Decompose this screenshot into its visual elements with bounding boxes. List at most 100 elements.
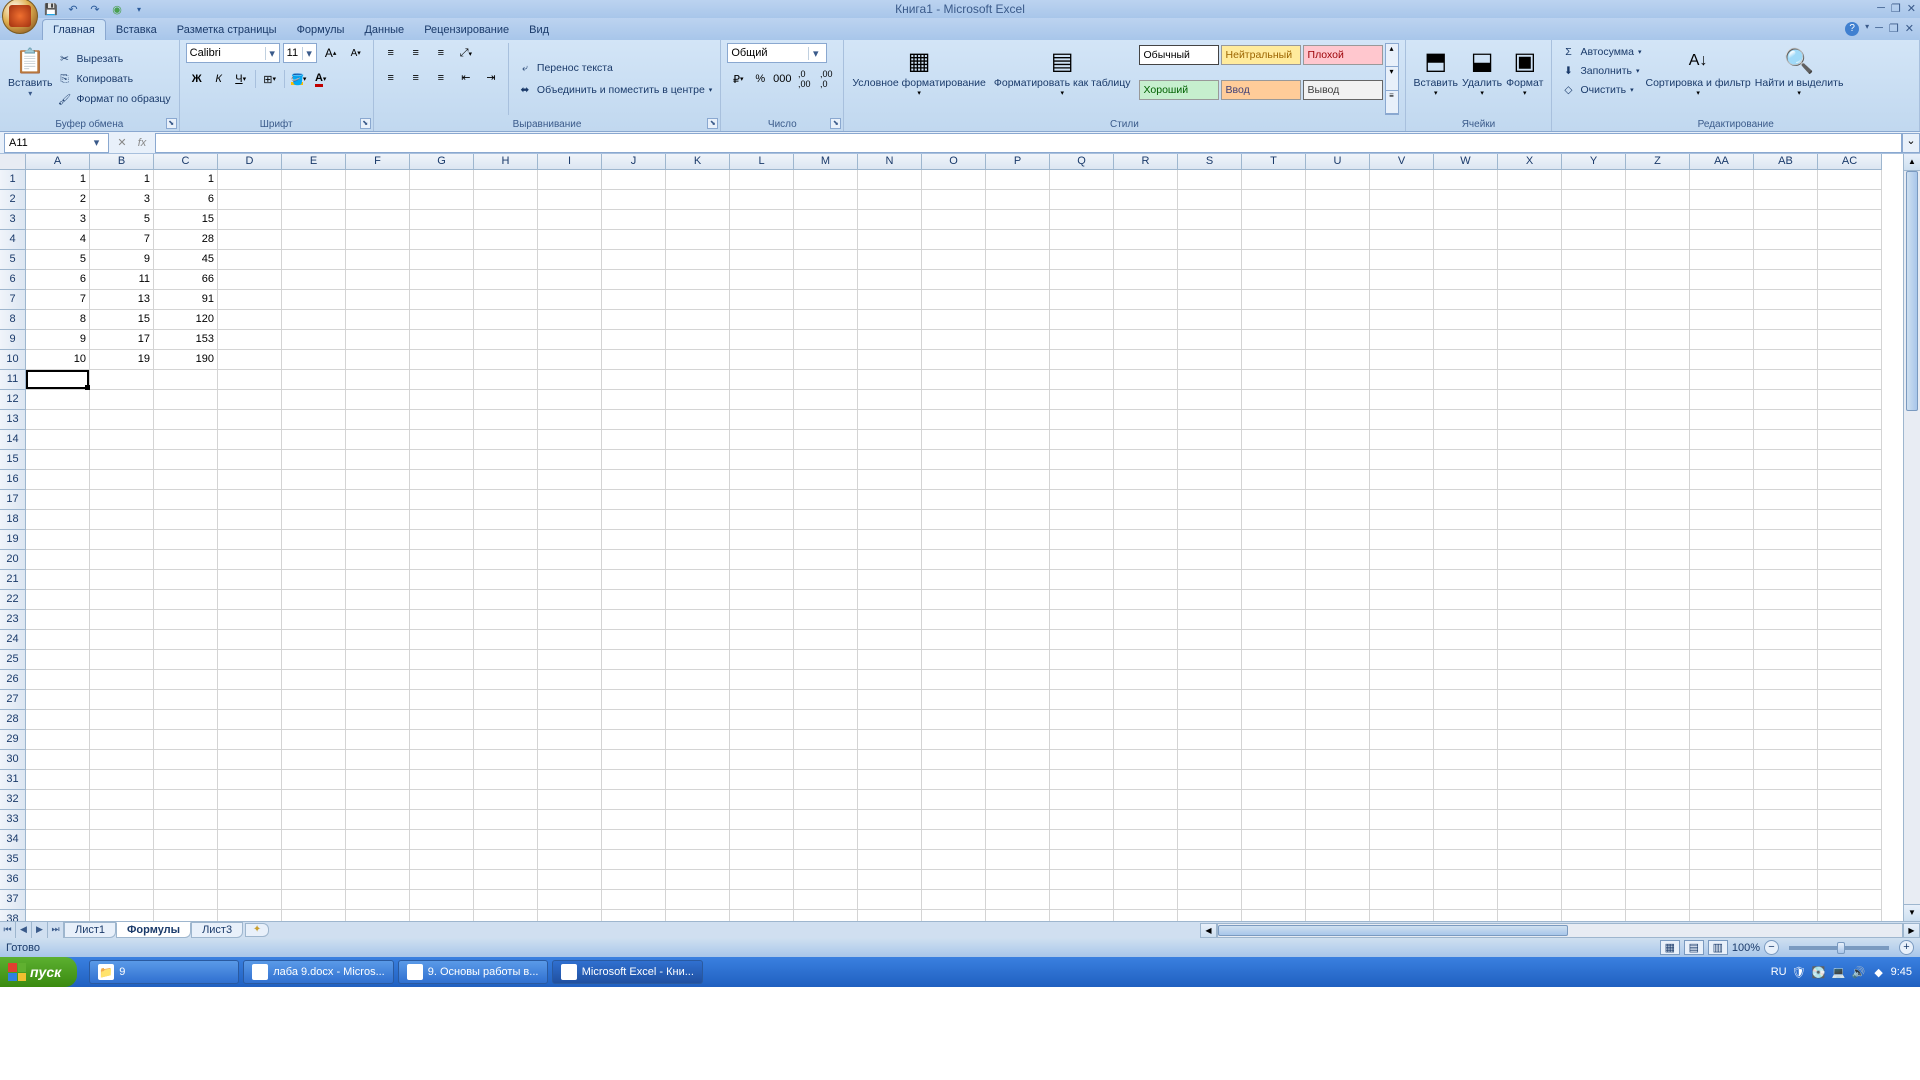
cell-AC2[interactable] (1818, 190, 1882, 210)
cell-AB10[interactable] (1754, 350, 1818, 370)
cell-H18[interactable] (474, 510, 538, 530)
cell-B32[interactable] (90, 790, 154, 810)
cell-Z28[interactable] (1626, 710, 1690, 730)
cell-H14[interactable] (474, 430, 538, 450)
cell-B27[interactable] (90, 690, 154, 710)
name-box[interactable]: ▾ (4, 133, 109, 153)
cell-Z23[interactable] (1626, 610, 1690, 630)
cell-A16[interactable] (26, 470, 90, 490)
cell-AB2[interactable] (1754, 190, 1818, 210)
cell-S12[interactable] (1178, 390, 1242, 410)
cell-C30[interactable] (154, 750, 218, 770)
cell-D15[interactable] (218, 450, 282, 470)
cell-N1[interactable] (858, 170, 922, 190)
cell-Y5[interactable] (1562, 250, 1626, 270)
cell-Z19[interactable] (1626, 530, 1690, 550)
cell-N15[interactable] (858, 450, 922, 470)
cell-Q25[interactable] (1050, 650, 1114, 670)
cell-C33[interactable] (154, 810, 218, 830)
cell-J29[interactable] (602, 730, 666, 750)
row-header-12[interactable]: 12 (0, 390, 26, 410)
cell-X2[interactable] (1498, 190, 1562, 210)
cell-AC18[interactable] (1818, 510, 1882, 530)
cell-F18[interactable] (346, 510, 410, 530)
zoom-level[interactable]: 100% (1732, 942, 1760, 954)
cell-H19[interactable] (474, 530, 538, 550)
cell-L25[interactable] (730, 650, 794, 670)
cell-G37[interactable] (410, 890, 474, 910)
cell-F2[interactable] (346, 190, 410, 210)
cell-C36[interactable] (154, 870, 218, 890)
cell-X37[interactable] (1498, 890, 1562, 910)
font-size-combo[interactable]: ▾ (283, 43, 317, 63)
row-header-17[interactable]: 17 (0, 490, 26, 510)
cell-W14[interactable] (1434, 430, 1498, 450)
cell-Y28[interactable] (1562, 710, 1626, 730)
cell-L20[interactable] (730, 550, 794, 570)
cell-S32[interactable] (1178, 790, 1242, 810)
cell-C21[interactable] (154, 570, 218, 590)
cell-L26[interactable] (730, 670, 794, 690)
cell-X29[interactable] (1498, 730, 1562, 750)
cell-T17[interactable] (1242, 490, 1306, 510)
row-header-25[interactable]: 25 (0, 650, 26, 670)
cell-X38[interactable] (1498, 910, 1562, 921)
cell-E25[interactable] (282, 650, 346, 670)
cell-L38[interactable] (730, 910, 794, 921)
cell-AA3[interactable] (1690, 210, 1754, 230)
cell-K3[interactable] (666, 210, 730, 230)
cell-F20[interactable] (346, 550, 410, 570)
cell-Y1[interactable] (1562, 170, 1626, 190)
cell-C23[interactable] (154, 610, 218, 630)
cell-W8[interactable] (1434, 310, 1498, 330)
scroll-down-icon[interactable]: ▼ (1904, 904, 1920, 921)
cell-A9[interactable]: 9 (26, 330, 90, 350)
cell-Q24[interactable] (1050, 630, 1114, 650)
cell-B7[interactable]: 13 (90, 290, 154, 310)
cell-O31[interactable] (922, 770, 986, 790)
cell-V8[interactable] (1370, 310, 1434, 330)
cell-AA38[interactable] (1690, 910, 1754, 921)
cell-J9[interactable] (602, 330, 666, 350)
cell-D8[interactable] (218, 310, 282, 330)
cell-K23[interactable] (666, 610, 730, 630)
cell-F4[interactable] (346, 230, 410, 250)
cell-H2[interactable] (474, 190, 538, 210)
formula-bar-expand[interactable]: ⌄ (1902, 133, 1920, 153)
cell-F23[interactable] (346, 610, 410, 630)
cell-V30[interactable] (1370, 750, 1434, 770)
cell-K29[interactable] (666, 730, 730, 750)
cell-A33[interactable] (26, 810, 90, 830)
cell-H17[interactable] (474, 490, 538, 510)
cell-T30[interactable] (1242, 750, 1306, 770)
cell-N38[interactable] (858, 910, 922, 921)
cell-AB4[interactable] (1754, 230, 1818, 250)
cell-T28[interactable] (1242, 710, 1306, 730)
clock[interactable]: 9:45 (1891, 966, 1912, 978)
cell-G14[interactable] (410, 430, 474, 450)
cell-X3[interactable] (1498, 210, 1562, 230)
cell-X28[interactable] (1498, 710, 1562, 730)
cell-B11[interactable] (90, 370, 154, 390)
cell-Z37[interactable] (1626, 890, 1690, 910)
cell-P21[interactable] (986, 570, 1050, 590)
cell-W17[interactable] (1434, 490, 1498, 510)
cell-J37[interactable] (602, 890, 666, 910)
cell-U19[interactable] (1306, 530, 1370, 550)
cell-U6[interactable] (1306, 270, 1370, 290)
cell-D29[interactable] (218, 730, 282, 750)
cell-C18[interactable] (154, 510, 218, 530)
cell-R7[interactable] (1114, 290, 1178, 310)
cell-R21[interactable] (1114, 570, 1178, 590)
cell-AA23[interactable] (1690, 610, 1754, 630)
cell-X13[interactable] (1498, 410, 1562, 430)
cell-Q26[interactable] (1050, 670, 1114, 690)
cell-C37[interactable] (154, 890, 218, 910)
cell-S20[interactable] (1178, 550, 1242, 570)
cell-Y11[interactable] (1562, 370, 1626, 390)
cell-E31[interactable] (282, 770, 346, 790)
bold-button[interactable]: Ж (187, 69, 207, 89)
cell-V31[interactable] (1370, 770, 1434, 790)
cell-I33[interactable] (538, 810, 602, 830)
cell-K11[interactable] (666, 370, 730, 390)
